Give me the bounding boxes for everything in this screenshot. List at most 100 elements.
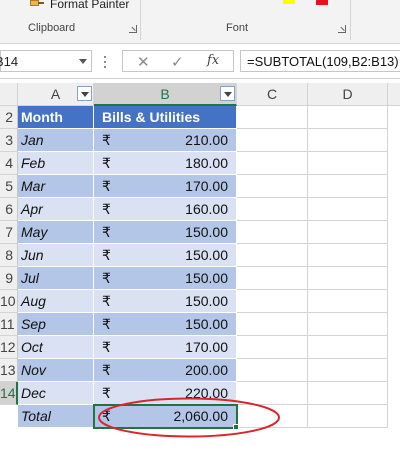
- empty-cell[interactable]: [308, 359, 388, 382]
- amount-value: 150.00: [185, 293, 228, 309]
- month-cell[interactable]: Aug: [18, 290, 94, 313]
- amount-cell[interactable]: ₹150.00: [94, 290, 237, 313]
- month-column-header[interactable]: Month: [18, 106, 94, 129]
- column-header-d[interactable]: D: [308, 83, 388, 106]
- month-cell[interactable]: Jan: [18, 129, 94, 152]
- amount-cell[interactable]: ₹180.00: [94, 152, 237, 175]
- empty-cell[interactable]: [237, 336, 308, 359]
- month-cell[interactable]: Nov: [18, 359, 94, 382]
- empty-cell[interactable]: [308, 313, 388, 336]
- row-header[interactable]: 9: [0, 267, 18, 290]
- empty-cell[interactable]: [308, 290, 388, 313]
- empty-cell[interactable]: [308, 382, 388, 405]
- column-header-c[interactable]: C: [237, 83, 308, 106]
- amount-value: 170.00: [185, 178, 228, 194]
- font-color-swatch[interactable]: [316, 0, 328, 5]
- select-all-corner[interactable]: [0, 83, 18, 106]
- ribbon-separator: [140, 0, 141, 40]
- empty-cell[interactable]: [308, 152, 388, 175]
- empty-cell[interactable]: [308, 198, 388, 221]
- chevron-down-icon[interactable]: [79, 59, 87, 64]
- paintbrush-icon: [30, 0, 44, 10]
- font-dialog-launcher-icon[interactable]: [338, 25, 346, 33]
- empty-cell[interactable]: [308, 405, 388, 428]
- rupee-symbol: ₹: [102, 178, 111, 194]
- amount-cell[interactable]: ₹200.00: [94, 359, 237, 382]
- format-painter-button[interactable]: Format Painter: [30, 0, 129, 11]
- row-header[interactable]: 11: [0, 313, 18, 336]
- rupee-symbol: ₹: [102, 362, 111, 378]
- month-cell[interactable]: Sep: [18, 313, 94, 336]
- empty-cell[interactable]: [237, 106, 308, 129]
- row-header[interactable]: 6: [0, 198, 18, 221]
- cancel-icon[interactable]: ✕: [137, 53, 150, 71]
- total-label-cell[interactable]: Total: [18, 405, 94, 428]
- bills-utilities-column-header[interactable]: Bills & Utilities: [94, 106, 237, 129]
- empty-cell[interactable]: [237, 175, 308, 198]
- rupee-symbol: ₹: [102, 155, 111, 171]
- row-header[interactable]: 2: [0, 106, 18, 129]
- empty-cell[interactable]: [308, 129, 388, 152]
- empty-cell[interactable]: [237, 244, 308, 267]
- amount-value: 150.00: [185, 224, 228, 240]
- clipboard-group-label: Clipboard: [28, 22, 76, 34]
- empty-cell[interactable]: [237, 152, 308, 175]
- row-header[interactable]: 7: [0, 221, 18, 244]
- row-header[interactable]: 12: [0, 336, 18, 359]
- filter-dropdown-icon[interactable]: [220, 86, 235, 101]
- row-header[interactable]: 4: [0, 152, 18, 175]
- empty-cell[interactable]: [308, 175, 388, 198]
- enter-icon[interactable]: ✓: [171, 53, 184, 71]
- drag-handle-icon[interactable]: [104, 56, 108, 68]
- amount-value: 200.00: [185, 362, 228, 378]
- insert-function-icon[interactable]: fx: [207, 53, 219, 68]
- month-cell[interactable]: Jul: [18, 267, 94, 290]
- amount-cell[interactable]: ₹170.00: [94, 336, 237, 359]
- row-header[interactable]: 3: [0, 129, 18, 152]
- row-header[interactable]: 5: [0, 175, 18, 198]
- font-group-label: Font: [226, 22, 249, 34]
- amount-cell[interactable]: ₹150.00: [94, 221, 237, 244]
- highlight-color-swatch[interactable]: [283, 0, 295, 4]
- row-header[interactable]: 13: [0, 359, 18, 382]
- month-cell[interactable]: Jun: [18, 244, 94, 267]
- empty-cell[interactable]: [237, 359, 308, 382]
- filter-dropdown-icon[interactable]: [77, 86, 92, 101]
- empty-cell[interactable]: [237, 129, 308, 152]
- amount-cell[interactable]: ₹150.00: [94, 267, 237, 290]
- format-painter-label: Format Painter: [50, 0, 130, 11]
- empty-cell[interactable]: [237, 313, 308, 336]
- row-header[interactable]: 8: [0, 244, 18, 267]
- formula-buttons: ✕ ✓ fx: [122, 50, 234, 72]
- name-box[interactable]: B14: [0, 50, 92, 72]
- clipboard-dialog-launcher-icon[interactable]: [129, 25, 137, 33]
- empty-cell[interactable]: [237, 267, 308, 290]
- empty-cell[interactable]: [308, 106, 388, 129]
- empty-cell[interactable]: [308, 267, 388, 290]
- empty-cell[interactable]: [237, 198, 308, 221]
- month-cell[interactable]: Feb: [18, 152, 94, 175]
- column-header-b[interactable]: B: [94, 83, 237, 106]
- formula-input[interactable]: =SUBTOTAL(109,B2:B13): [240, 50, 400, 72]
- empty-cell[interactable]: [237, 290, 308, 313]
- amount-value: 150.00: [185, 316, 228, 332]
- month-cell[interactable]: Apr: [18, 198, 94, 221]
- amount-cell[interactable]: ₹150.00: [94, 244, 237, 267]
- month-cell[interactable]: Mar: [18, 175, 94, 198]
- month-cell[interactable]: May: [18, 221, 94, 244]
- amount-value: 160.00: [185, 201, 228, 217]
- amount-value: 210.00: [185, 132, 228, 148]
- amount-cell[interactable]: ₹150.00: [94, 313, 237, 336]
- empty-cell[interactable]: [308, 221, 388, 244]
- empty-cell[interactable]: [308, 336, 388, 359]
- column-header-e[interactable]: [388, 83, 400, 106]
- row-header[interactable]: 10: [0, 290, 18, 313]
- amount-cell[interactable]: ₹170.00: [94, 175, 237, 198]
- amount-cell[interactable]: ₹210.00: [94, 129, 237, 152]
- amount-cell[interactable]: ₹160.00: [94, 198, 237, 221]
- row-header[interactable]: 14: [0, 382, 18, 405]
- month-cell[interactable]: Dec: [18, 382, 94, 405]
- empty-cell[interactable]: [237, 221, 308, 244]
- month-cell[interactable]: Oct: [18, 336, 94, 359]
- empty-cell[interactable]: [308, 244, 388, 267]
